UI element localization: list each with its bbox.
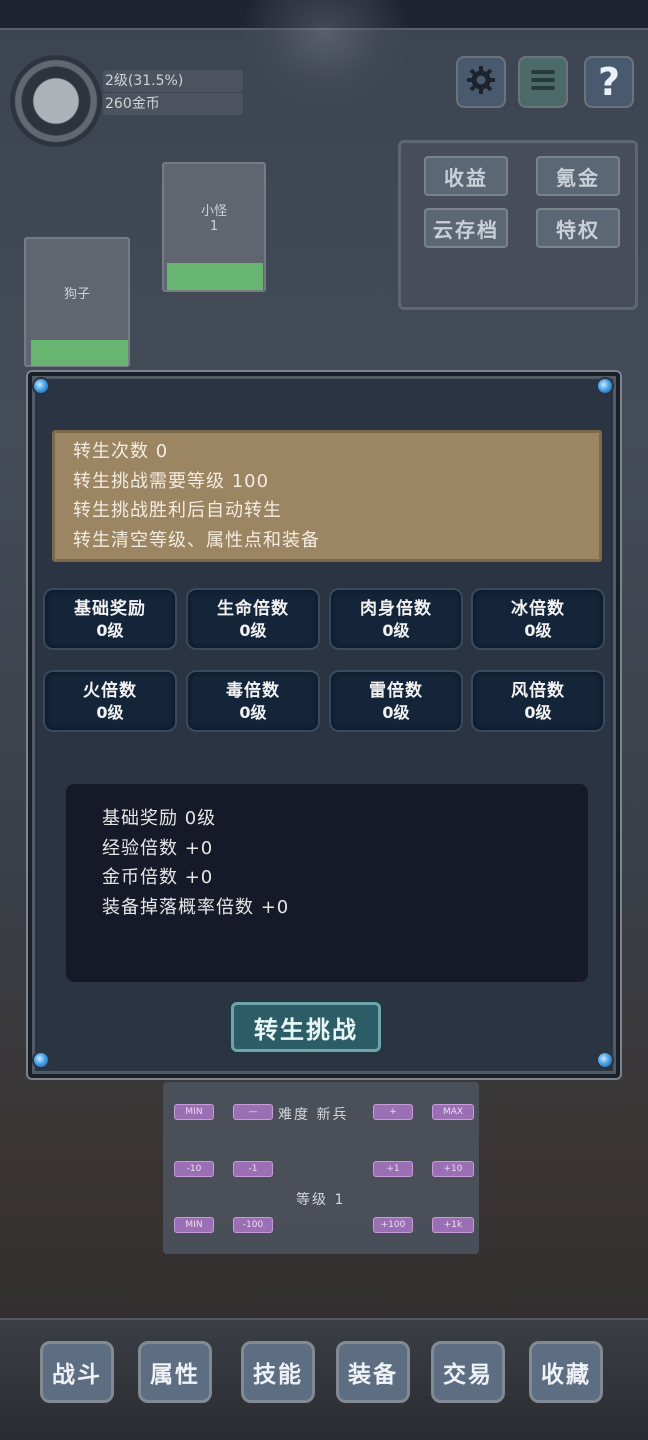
difficulty-min-button[interactable]: MIN (174, 1104, 214, 1120)
level-plus1k-button[interactable]: +1k (432, 1217, 474, 1233)
rebirth-reset-note: 转生清空等级、属性点和装备 (73, 529, 320, 551)
difficulty-max-button[interactable]: MAX (432, 1104, 474, 1120)
list-menu-button[interactable] (518, 56, 568, 108)
nav-collection[interactable]: 收藏 (529, 1341, 603, 1403)
player-level: 2级(31.5%) (103, 70, 243, 92)
recharge-button[interactable]: 氪金 (536, 156, 620, 196)
cloud-save-button[interactable]: 云存档 (424, 208, 508, 248)
rebirth-required-level: 转生挑战需要等级 100 (73, 470, 270, 492)
nav-equipment[interactable]: 装备 (336, 1341, 410, 1403)
summary-base-reward: 基础奖励 0级 (102, 808, 217, 829)
summary-exp-multiplier: 经验倍数 +0 (102, 837, 214, 859)
enemy-count: 1 (209, 219, 219, 234)
stat-body-multiplier[interactable]: 肉身倍数 0级 (329, 588, 463, 650)
privilege-button[interactable]: 特权 (536, 208, 620, 248)
player-gold: 260金币 (103, 93, 243, 115)
rebirth-info-box: 转生次数 0 转生挑战需要等级 100 转生挑战胜利后自动转生 转生清空等级、属… (52, 430, 602, 562)
corner-gem-icon (596, 377, 614, 395)
nav-skills[interactable]: 技能 (241, 1341, 315, 1403)
rebirth-summary-box: 基础奖励 0级 经验倍数 +0 金币倍数 +0 装备掉落概率倍数 +0 (66, 784, 588, 982)
level-min-button[interactable]: MIN (174, 1217, 214, 1233)
enemy-hp-bar (31, 340, 128, 366)
level-minus1-button[interactable]: -1 (233, 1161, 273, 1177)
enemy-hp-bar (167, 263, 263, 290)
rebirth-auto-note: 转生挑战胜利后自动转生 (73, 500, 282, 521)
summary-drop-multiplier: 装备掉落概率倍数 +0 (102, 896, 290, 918)
level-plus10-button[interactable]: +10 (432, 1161, 474, 1177)
skull-ornament (240, 0, 410, 110)
gear-icon (465, 64, 497, 100)
difficulty-label: 难度 新兵 (278, 1107, 349, 1123)
player-avatar[interactable] (10, 55, 102, 147)
level-plus1-button[interactable]: +1 (373, 1161, 413, 1177)
stat-thunder-multiplier[interactable]: 雷倍数 0级 (329, 670, 463, 732)
rebirth-count: 转生次数 0 (73, 441, 169, 462)
help-button[interactable]: ? (584, 56, 634, 108)
corner-gem-icon (596, 1051, 614, 1069)
summary-gold-multiplier: 金币倍数 +0 (102, 867, 214, 888)
level-minus100-button[interactable]: -100 (233, 1217, 273, 1233)
enemy-name: 小怪 (200, 204, 227, 219)
nav-battle[interactable]: 战斗 (40, 1341, 114, 1403)
stat-fire-multiplier[interactable]: 火倍数 0级 (43, 670, 177, 732)
menu-list-icon (527, 64, 559, 100)
income-button[interactable]: 收益 (424, 156, 508, 196)
enemy-name: 狗子 (63, 287, 90, 302)
stat-poison-multiplier[interactable]: 毒倍数 0级 (186, 670, 320, 732)
stat-ice-multiplier[interactable]: 冰倍数 0级 (471, 588, 605, 650)
stat-life-multiplier[interactable]: 生命倍数 0级 (186, 588, 320, 650)
rebirth-challenge-button[interactable]: 转生挑战 (231, 1002, 381, 1052)
level-label: 等级 1 (296, 1192, 346, 1208)
level-plus100-button[interactable]: +100 (373, 1217, 413, 1233)
nav-trade[interactable]: 交易 (431, 1341, 505, 1403)
level-minus10-button[interactable]: -10 (174, 1161, 214, 1177)
difficulty-plus-button[interactable]: + (373, 1104, 413, 1120)
difficulty-minus-button[interactable]: — (233, 1104, 273, 1120)
stat-wind-multiplier[interactable]: 风倍数 0级 (471, 670, 605, 732)
nav-attributes[interactable]: 属性 (138, 1341, 212, 1403)
corner-gem-icon (32, 377, 50, 395)
stat-base-reward[interactable]: 基础奖励 0级 (43, 588, 177, 650)
settings-button[interactable] (456, 56, 506, 108)
corner-gem-icon (32, 1051, 50, 1069)
